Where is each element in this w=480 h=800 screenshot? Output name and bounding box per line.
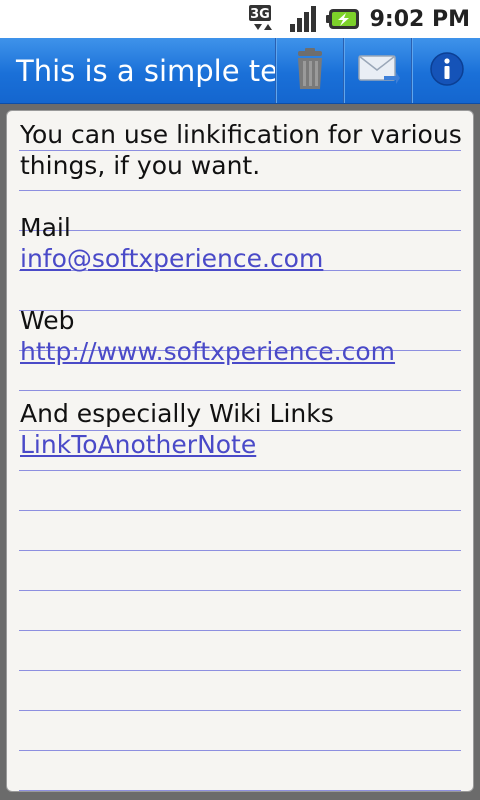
note-line bbox=[20, 367, 461, 398]
mail-link[interactable]: info@softxperience.com bbox=[20, 244, 323, 273]
note-line: info@softxperience.com bbox=[20, 243, 461, 274]
battery-charging-icon bbox=[325, 7, 362, 31]
note-line: Web bbox=[20, 305, 461, 336]
note-line: Mail bbox=[20, 212, 461, 243]
note-text: You can use linkification for various bbox=[20, 120, 462, 149]
wiki-link[interactable]: LinkToAnotherNote bbox=[20, 430, 256, 459]
note-line bbox=[20, 274, 461, 305]
network-label: 3G bbox=[250, 7, 270, 22]
status-bar: 3G 9:02 PM bbox=[0, 0, 480, 38]
wiki-heading: And especially Wiki Links bbox=[20, 399, 334, 428]
note-line bbox=[20, 181, 461, 212]
trash-icon bbox=[290, 47, 330, 95]
note-title[interactable]: This is a simple te bbox=[0, 38, 276, 103]
note-line: And especially Wiki Links bbox=[20, 398, 461, 429]
note-line: You can use linkification for various bbox=[20, 119, 462, 150]
signal-strength-icon bbox=[288, 4, 320, 34]
web-heading: Web bbox=[20, 306, 75, 335]
3g-data-icon: 3G bbox=[248, 4, 282, 34]
web-link[interactable]: http://www.softxperience.com bbox=[20, 337, 395, 366]
delete-button[interactable] bbox=[276, 38, 344, 103]
action-bar: This is a simple te bbox=[0, 38, 480, 104]
note-line: http://www.softxperience.com bbox=[20, 336, 461, 367]
mail-icon bbox=[356, 49, 400, 93]
note-line: LinkToAnotherNote bbox=[20, 429, 461, 460]
send-mail-button[interactable] bbox=[344, 38, 412, 103]
note-line: things, if you want. bbox=[20, 150, 461, 181]
status-time: 9:02 PM bbox=[369, 6, 470, 32]
note-editor[interactable]: You can use linkification for various th… bbox=[6, 110, 474, 792]
note-body[interactable]: You can use linkification for various th… bbox=[20, 119, 462, 460]
mail-heading: Mail bbox=[20, 213, 71, 242]
info-button[interactable] bbox=[412, 38, 480, 103]
info-icon bbox=[429, 51, 465, 91]
note-text: things, if you want. bbox=[20, 151, 261, 180]
